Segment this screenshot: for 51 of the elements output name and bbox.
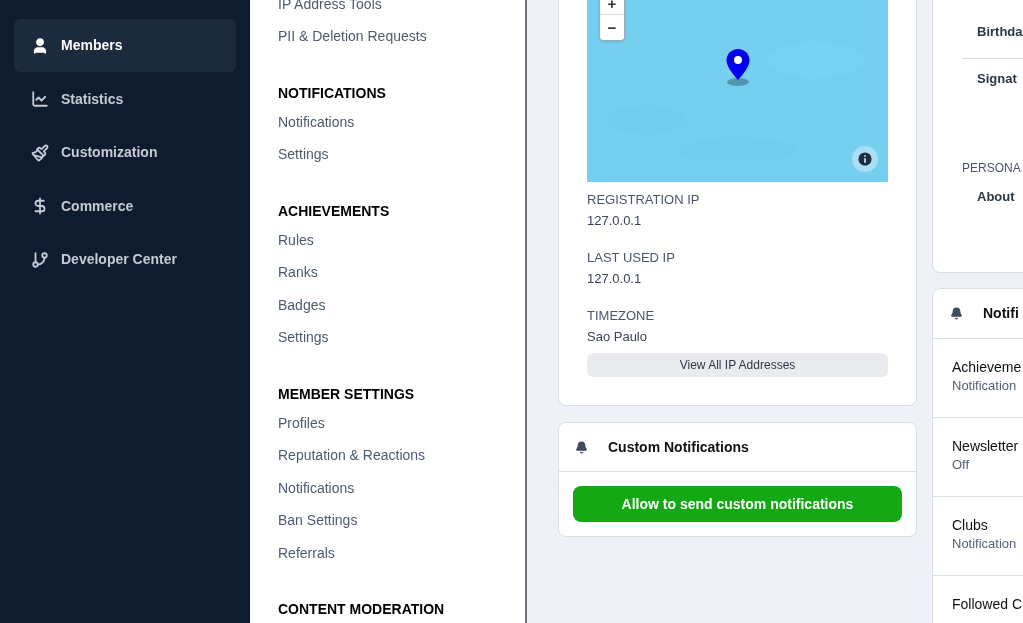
menu-link[interactable]: Reputation & Reactions xyxy=(278,439,525,472)
view-ip-button[interactable]: View All IP Addresses xyxy=(587,353,888,377)
menu-link[interactable]: Rules xyxy=(278,224,525,257)
branch-icon xyxy=(31,250,49,269)
menu-link[interactable]: Settings xyxy=(278,138,525,171)
menu-link[interactable]: Ban Settings xyxy=(278,504,525,537)
menu-link[interactable]: Ranks xyxy=(278,256,525,289)
sidebar-item[interactable]: Customization xyxy=(14,126,236,179)
section-heading: ACHIEVEMENTS xyxy=(278,201,391,221)
field-label: Signat xyxy=(977,70,1017,88)
field-label: LAST USED IP xyxy=(587,249,676,266)
chart-icon xyxy=(31,90,49,108)
field-label: REGISTRATION IP xyxy=(587,191,701,208)
notification-setting: Notification xyxy=(952,535,1018,553)
menu-link[interactable]: Notifications xyxy=(278,472,525,505)
notification-type: Clubs xyxy=(952,516,989,535)
card-title: Custom Notifications xyxy=(608,437,749,457)
section-heading: MEMBER SETTINGS xyxy=(278,384,416,404)
menu-link[interactable]: PII & Deletion Requests xyxy=(278,20,525,53)
notification-setting: Off xyxy=(952,456,971,474)
field-value: Sao Paulo xyxy=(587,328,648,345)
notification-type: Achieveme xyxy=(952,358,1023,377)
field-value: 127.0.0.1 xyxy=(587,212,643,229)
sidebar-item[interactable]: Members xyxy=(14,19,236,72)
field-value: 127.0.0.1 xyxy=(587,270,643,287)
zoom-out-button[interactable]: − xyxy=(600,14,624,40)
bell-icon xyxy=(575,440,588,454)
sidebar-item[interactable]: Commerce xyxy=(14,179,236,233)
notification-setting: Notification xyxy=(952,377,1018,395)
bell-icon xyxy=(950,307,963,320)
menu-link[interactable]: Profiles xyxy=(278,407,525,440)
sidebar-item[interactable]: Developer Center xyxy=(14,233,236,286)
field-label: About xyxy=(977,188,1015,206)
menu-link[interactable]: Badges xyxy=(278,289,525,322)
info-icon xyxy=(856,150,874,168)
menu-link[interactable]: Settings xyxy=(278,321,525,354)
brush-icon xyxy=(31,143,49,162)
menu-link[interactable]: Notifications xyxy=(278,106,525,139)
notification-type: Newsletter xyxy=(952,437,1020,456)
field-label: TIMEZONE xyxy=(587,307,656,324)
map-pin-icon xyxy=(725,48,751,86)
section-heading: NOTIFICATIONS xyxy=(278,83,387,103)
field-label: Birthda xyxy=(977,23,1023,41)
menu-link[interactable]: Referrals xyxy=(278,537,525,570)
card-title: Notifi xyxy=(983,304,1019,323)
section-label: PERSONA xyxy=(962,160,1022,177)
user-icon xyxy=(31,36,49,55)
section-heading: CONTENT MODERATION xyxy=(278,600,446,619)
notification-type: Followed C xyxy=(952,595,1023,614)
sidebar-item[interactable]: Statistics xyxy=(14,72,236,126)
zoom-in-button[interactable]: + xyxy=(600,0,624,14)
